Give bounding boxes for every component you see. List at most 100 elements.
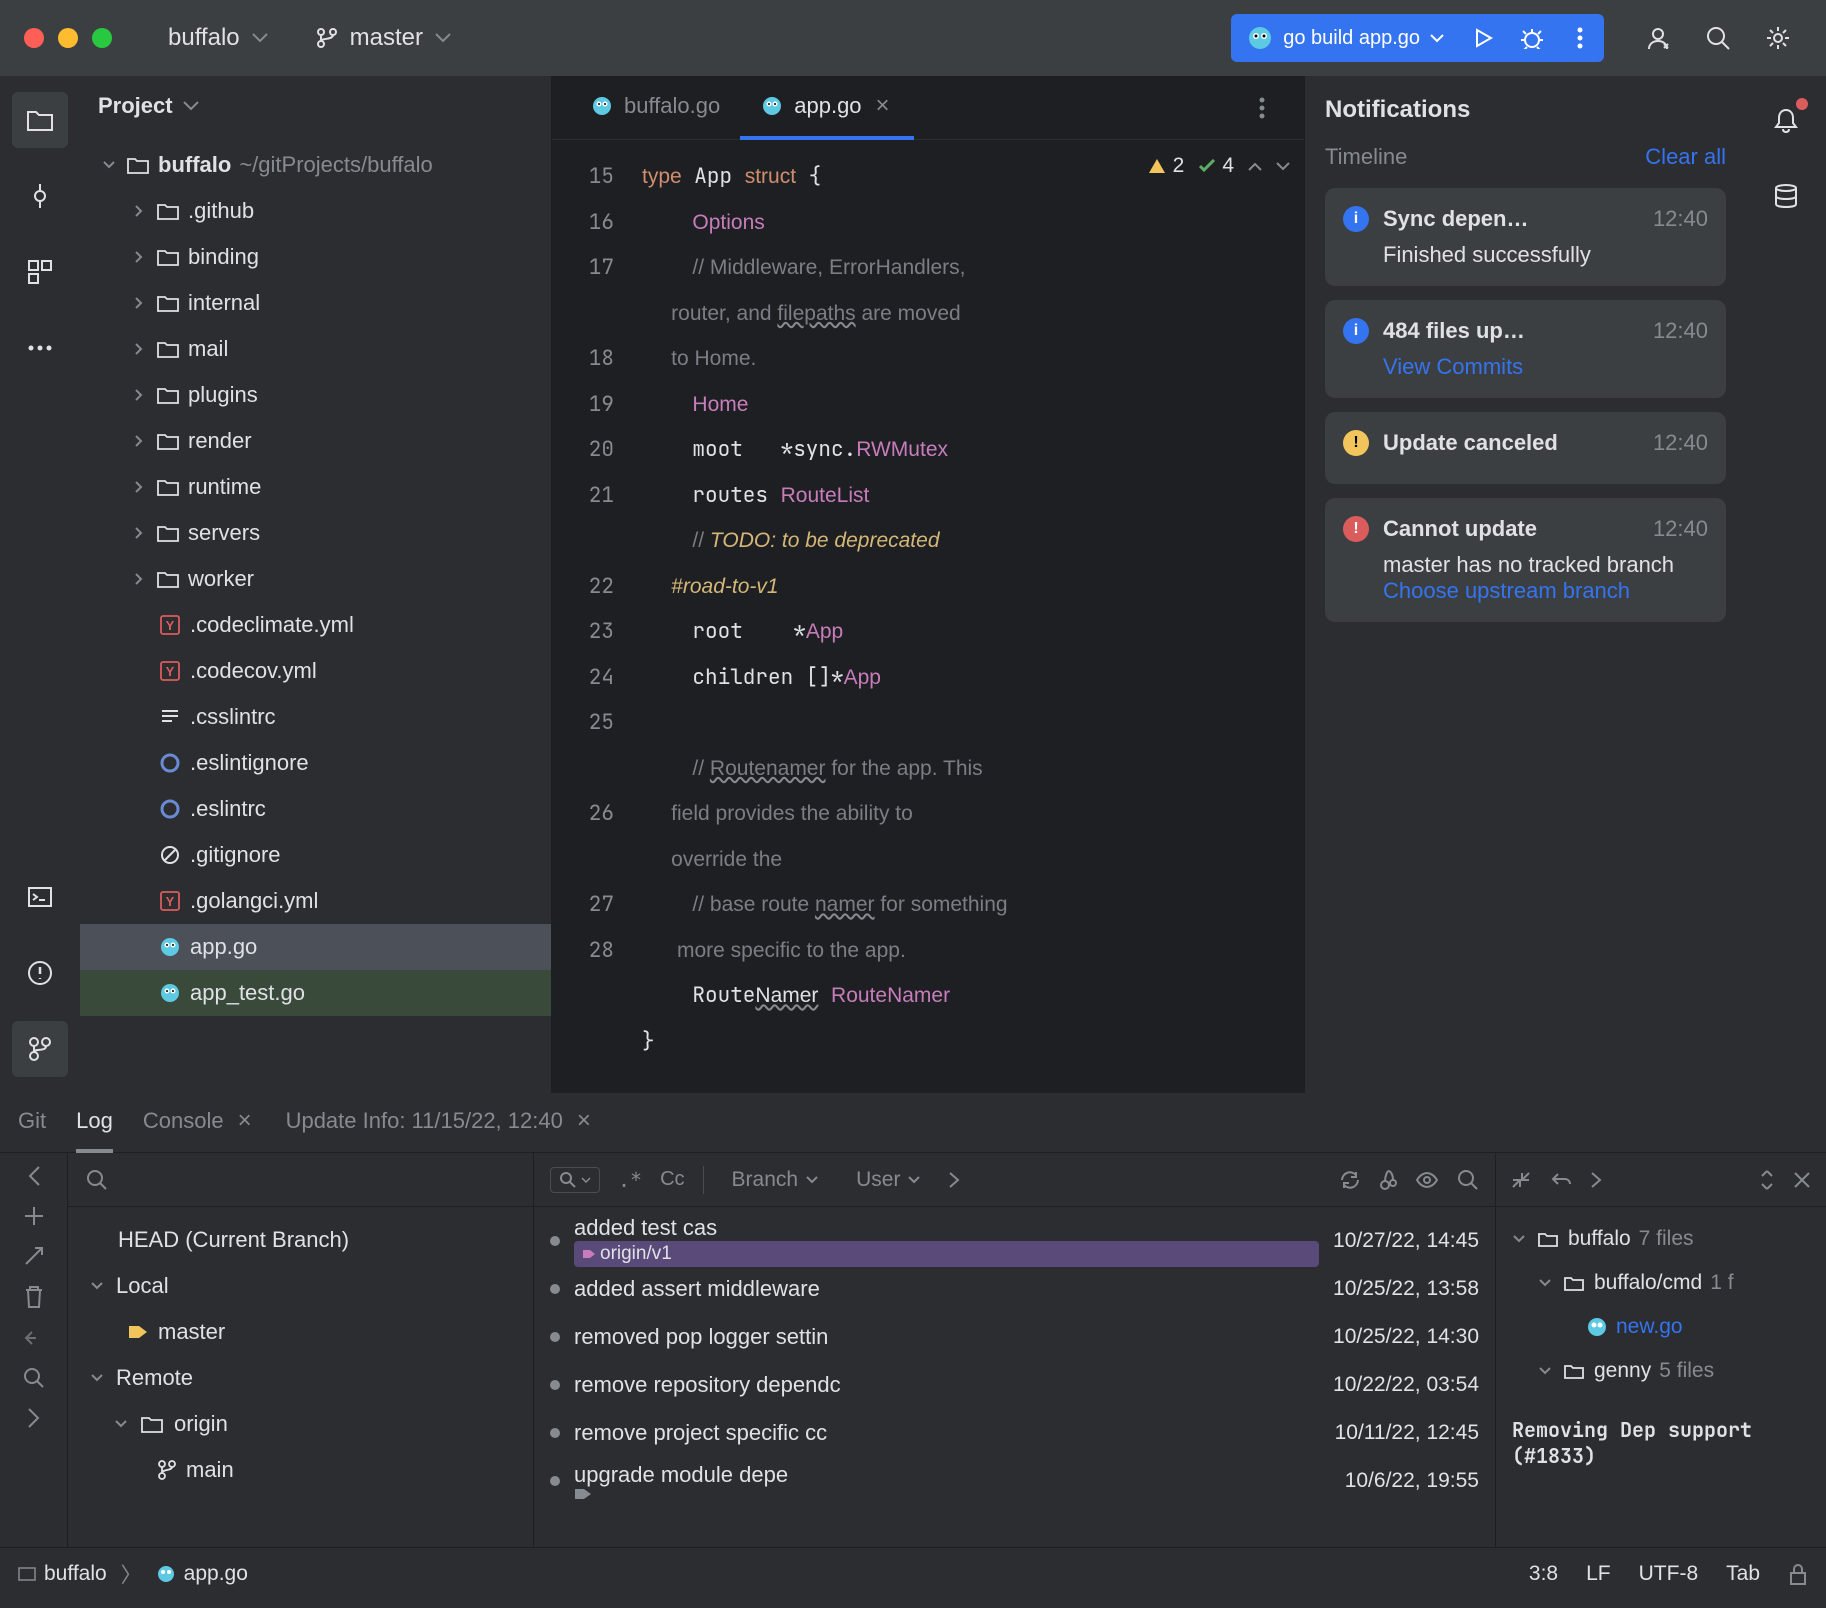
commit-row[interactable]: added assert middleware10/25/22, 13:58 — [550, 1265, 1479, 1313]
tree-file[interactable]: .gitignore — [80, 832, 551, 878]
commit-row[interactable]: remove repository dependc10/22/22, 03:54 — [550, 1361, 1479, 1409]
tree-folder[interactable]: binding — [80, 234, 551, 280]
delete-icon[interactable] — [24, 1285, 44, 1309]
tree-file[interactable]: .eslintignore — [80, 740, 551, 786]
nav-next-icon[interactable] — [948, 1171, 960, 1189]
commit-row[interactable]: remove project specific cc10/11/22, 12:4… — [550, 1409, 1479, 1457]
code-editor[interactable]: type App struct { Options // Middleware,… — [628, 140, 1304, 1093]
regex-toggle[interactable]: .* — [618, 1168, 642, 1192]
breadcrumb-file[interactable]: app.go — [156, 1562, 248, 1586]
bottom-tab[interactable]: Git — [18, 1093, 46, 1153]
tree-folder[interactable]: servers — [80, 510, 551, 556]
tree-folder[interactable]: worker — [80, 556, 551, 602]
commit-row[interactable]: upgrade module depe10/6/22, 19:55 — [550, 1457, 1479, 1505]
notification-link[interactable]: View Commits — [1383, 354, 1708, 380]
search-icon[interactable] — [86, 1169, 108, 1191]
database-tool-icon[interactable] — [1758, 168, 1814, 224]
cursor-position[interactable]: 3:8 — [1529, 1562, 1558, 1586]
notification-link[interactable]: Choose upstream branch — [1383, 578, 1708, 604]
file-tree-genny[interactable]: genny5 files — [1496, 1349, 1826, 1393]
tree-file[interactable]: Y.codeclimate.yml — [80, 602, 551, 648]
min-light[interactable] — [58, 28, 78, 48]
tree-file[interactable]: .eslintrc — [80, 786, 551, 832]
tree-file[interactable]: app.go — [80, 924, 551, 970]
commit-row[interactable]: added test casorigin/v110/27/22, 14:45 — [550, 1217, 1479, 1265]
more-tools-icon[interactable] — [12, 320, 68, 376]
run-config-select[interactable]: go build app.go — [1231, 25, 1460, 51]
remote-group[interactable]: Remote — [68, 1355, 533, 1401]
refresh-icon[interactable] — [1339, 1170, 1361, 1190]
vcs-tool-icon[interactable] — [12, 1021, 68, 1077]
breadcrumb-project[interactable]: buffalo — [18, 1562, 107, 1586]
close-light[interactable] — [24, 28, 44, 48]
project-tool-icon[interactable] — [12, 92, 68, 148]
tree-root[interactable]: buffalo ~/gitProjects/buffalo — [80, 142, 551, 188]
bottom-tab[interactable]: Console× — [143, 1093, 256, 1153]
tree-folder[interactable]: mail — [80, 326, 551, 372]
indent[interactable]: Tab — [1726, 1562, 1760, 1586]
close-icon[interactable]: × — [573, 1103, 595, 1139]
problems-tool-icon[interactable] — [12, 945, 68, 1001]
tree-folder[interactable]: plugins — [80, 372, 551, 418]
tree-file[interactable]: app_test.go — [80, 970, 551, 1016]
file-new-go[interactable]: new.go — [1496, 1305, 1826, 1349]
expand-icon[interactable] — [1760, 1169, 1774, 1191]
nav-fwd-icon[interactable] — [27, 1407, 41, 1429]
close-icon[interactable] — [1792, 1170, 1812, 1190]
line-ending[interactable]: LF — [1586, 1562, 1611, 1586]
close-icon[interactable]: × — [234, 1103, 256, 1139]
nav-next-icon[interactable] — [1590, 1171, 1602, 1189]
project-dropdown[interactable]: buffalo — [156, 18, 280, 58]
main-branch[interactable]: main — [68, 1447, 533, 1493]
max-light[interactable] — [92, 28, 112, 48]
find-icon[interactable] — [23, 1367, 45, 1389]
lock-icon[interactable] — [1788, 1563, 1808, 1585]
tree-file[interactable]: .csslintrc — [80, 694, 551, 740]
inspection-widget[interactable]: 2 4 — [1147, 154, 1290, 178]
file-tree-cmd[interactable]: buffalo/cmd1 f — [1496, 1261, 1826, 1305]
tab-more-icon[interactable] — [1238, 84, 1286, 132]
master-branch[interactable]: master — [68, 1309, 533, 1355]
commit-row[interactable]: removed pop logger settin10/25/22, 14:30 — [550, 1313, 1479, 1361]
file-tree-root[interactable]: buffalo7 files — [1496, 1217, 1826, 1261]
commit-tool-icon[interactable] — [12, 168, 68, 224]
tree-file[interactable]: Y.codecov.yml — [80, 648, 551, 694]
editor-tab[interactable]: app.go× — [740, 76, 913, 140]
structure-tool-icon[interactable] — [12, 244, 68, 300]
eye-icon[interactable] — [1415, 1171, 1439, 1189]
tree-file[interactable]: Y.golangci.yml — [80, 878, 551, 924]
bottom-tab[interactable]: Update Info: 11/15/22, 12:40× — [286, 1093, 595, 1153]
branch-dropdown[interactable]: master — [304, 18, 463, 58]
search-log-icon[interactable] — [1457, 1169, 1479, 1191]
nav-back-icon[interactable] — [27, 1165, 41, 1187]
project-header[interactable]: Project — [80, 76, 551, 136]
terminal-tool-icon[interactable] — [12, 869, 68, 925]
log-search[interactable] — [550, 1167, 600, 1193]
tree-folder[interactable]: .github — [80, 188, 551, 234]
head-branch[interactable]: HEAD (Current Branch) — [68, 1217, 533, 1263]
case-toggle[interactable]: Cc — [660, 1168, 684, 1191]
collapse-icon[interactable] — [1510, 1170, 1532, 1190]
notifications-tool-icon[interactable] — [1758, 92, 1814, 148]
debug-button[interactable] — [1508, 14, 1556, 62]
cherry-pick-icon[interactable] — [1379, 1169, 1397, 1191]
clear-all-link[interactable]: Clear all — [1645, 144, 1726, 170]
add-icon[interactable] — [23, 1205, 45, 1227]
user-filter[interactable]: User — [846, 1164, 930, 1196]
tree-folder[interactable]: render — [80, 418, 551, 464]
encoding[interactable]: UTF-8 — [1639, 1562, 1699, 1586]
origin-remote[interactable]: origin — [68, 1401, 533, 1447]
more-run-button[interactable] — [1556, 14, 1604, 62]
checkout-icon[interactable] — [23, 1245, 45, 1267]
settings-icon[interactable] — [1754, 14, 1802, 62]
code-with-me-icon[interactable] — [1634, 14, 1682, 62]
tree-folder[interactable]: internal — [80, 280, 551, 326]
bottom-tab[interactable]: Log — [76, 1093, 113, 1153]
tree-folder[interactable]: runtime — [80, 464, 551, 510]
branch-filter[interactable]: Branch — [722, 1164, 829, 1196]
compare-icon[interactable] — [23, 1327, 45, 1349]
undo-icon[interactable] — [1550, 1171, 1572, 1189]
close-tab-icon[interactable]: × — [872, 88, 894, 124]
local-group[interactable]: Local — [68, 1263, 533, 1309]
search-icon[interactable] — [1694, 14, 1742, 62]
